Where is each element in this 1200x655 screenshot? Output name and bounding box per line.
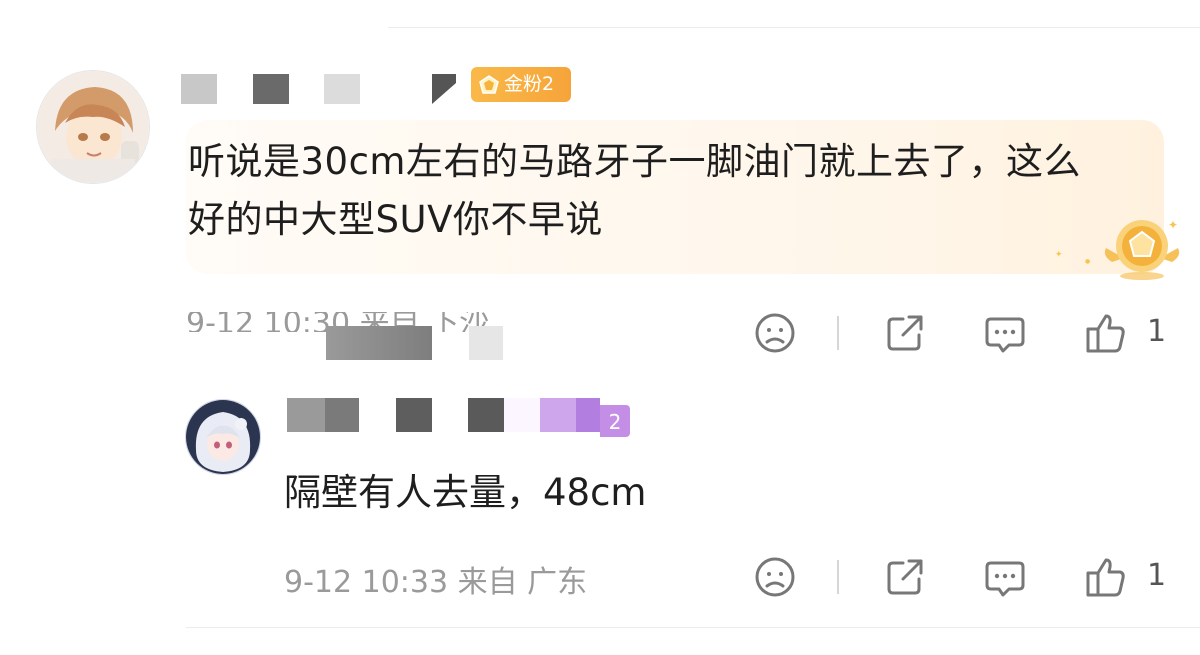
comment-text: 听说是30cm左右的马路牙子一脚油门就上去了，这么好的中大型SUV你不早说 xyxy=(188,140,1081,241)
commenter-avatar[interactable] xyxy=(36,70,150,184)
username-pixel xyxy=(468,398,504,432)
sparkle-icon: ● xyxy=(1085,258,1091,265)
username-pixel xyxy=(253,74,289,104)
sparkle-icon: ✦ xyxy=(1055,250,1063,260)
action-separator xyxy=(837,316,839,350)
obscure-pixel xyxy=(326,326,432,360)
reply-like-count: 1 xyxy=(1147,558,1167,593)
comment-icon[interactable] xyxy=(983,555,1027,599)
top-divider xyxy=(388,27,1200,28)
gold-fan-badge-label: 金粉2 xyxy=(504,73,555,95)
thumbs-up-icon[interactable] xyxy=(1084,555,1128,599)
username-pixel xyxy=(396,398,432,432)
gold-fan-badge[interactable]: 金粉2 xyxy=(471,67,571,102)
comment-icon[interactable] xyxy=(983,311,1027,355)
frown-icon[interactable] xyxy=(753,311,797,355)
share-icon[interactable] xyxy=(883,555,927,599)
bottom-divider xyxy=(186,627,1200,628)
diamond-icon xyxy=(479,74,499,94)
username-pixel xyxy=(576,398,600,432)
reply-meta-text: 9-12 10:33 来自 广东 xyxy=(284,565,588,600)
obscure-pixel xyxy=(469,326,503,360)
username-pixel xyxy=(504,398,540,432)
username-pixel xyxy=(540,398,576,432)
username-pixel xyxy=(287,398,325,432)
share-icon[interactable] xyxy=(883,311,927,355)
fan-level-badge[interactable]: 2 xyxy=(600,405,630,437)
reply-avatar[interactable] xyxy=(185,399,261,475)
username-pixel xyxy=(432,74,456,104)
reply-text: 隔壁有人去量，48cm xyxy=(284,471,647,514)
username-pixel xyxy=(324,74,360,104)
medal-icon xyxy=(1104,220,1180,280)
username-pixel xyxy=(181,74,217,104)
action-separator xyxy=(837,560,839,594)
thumbs-up-icon[interactable] xyxy=(1084,311,1128,355)
like-count: 1 xyxy=(1147,314,1167,349)
frown-icon[interactable] xyxy=(753,555,797,599)
username-pixel xyxy=(325,398,359,432)
